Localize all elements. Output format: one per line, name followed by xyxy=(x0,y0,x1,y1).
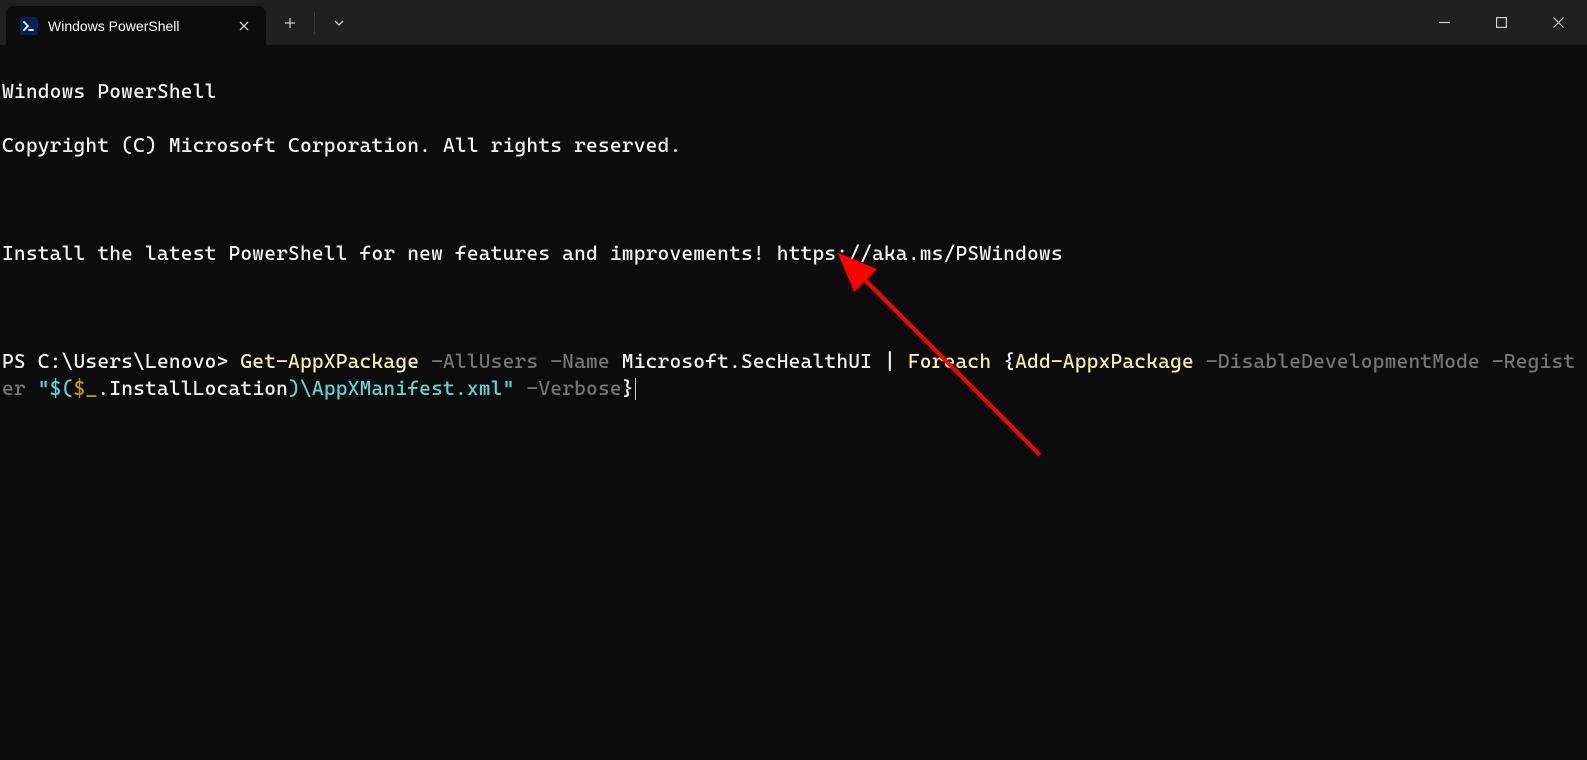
new-tab-button[interactable] xyxy=(270,7,310,39)
plus-icon xyxy=(284,17,296,29)
window-controls xyxy=(1416,0,1587,45)
cmd-openbrace: { xyxy=(1003,349,1015,373)
maximize-button[interactable] xyxy=(1473,0,1530,45)
tab-dropdown-button[interactable] xyxy=(319,7,359,39)
close-icon xyxy=(239,21,249,31)
tab-close-button[interactable] xyxy=(232,14,256,38)
cmd-installloc: .InstallLocation xyxy=(97,376,288,400)
install-msg: Install the latest PowerShell for new fe… xyxy=(2,240,1585,267)
titlebar: Windows PowerShell xyxy=(0,0,1587,45)
titlebar-drag-area[interactable] xyxy=(363,0,1416,45)
cmd-allusers: -AllUsers xyxy=(419,349,538,373)
blank-line xyxy=(2,294,1585,321)
chevron-down-icon xyxy=(333,17,345,29)
cmd-name: -Name xyxy=(538,349,610,373)
minimize-icon xyxy=(1439,17,1450,28)
cmd-stropen: "$( xyxy=(26,376,74,400)
terminal-area[interactable]: Windows PowerShell Copyright (C) Microso… xyxy=(0,45,1587,489)
cmd-dollarunder: $_ xyxy=(74,376,98,400)
text-cursor xyxy=(635,378,636,400)
tab-strip: Windows PowerShell xyxy=(0,0,266,45)
cmd-manifest: \AppXManifest.xml" xyxy=(300,376,515,400)
tab-actions xyxy=(266,0,363,45)
cmd-pkgname: Microsoft.SecHealthUI xyxy=(610,349,884,373)
powershell-icon xyxy=(20,17,38,35)
cmd-getappx: Get-AppXPackage xyxy=(240,349,419,373)
prompt-line: PS C:\Users\Lenovo> Get-AppXPackage -All… xyxy=(2,348,1585,402)
cmd-pipe: | xyxy=(884,349,896,373)
cmd-foreach: Foreach xyxy=(896,349,1003,373)
tab[interactable]: Windows PowerShell xyxy=(6,6,266,45)
header-line-2: Copyright (C) Microsoft Corporation. All… xyxy=(2,132,1585,159)
cmd-disabledev: -DisableDevelopmentMode xyxy=(1194,349,1480,373)
cmd-closebrace: } xyxy=(622,376,634,400)
close-icon xyxy=(1553,17,1564,28)
prompt-prefix: PS C:\Users\Lenovo> xyxy=(2,349,240,373)
divider xyxy=(314,12,315,34)
cmd-addappx: Add-AppxPackage xyxy=(1015,349,1194,373)
minimize-button[interactable] xyxy=(1416,0,1473,45)
maximize-icon xyxy=(1496,17,1507,28)
blank-line xyxy=(2,186,1585,213)
cmd-verbose: -Verbose xyxy=(515,376,622,400)
header-line-1: Windows PowerShell xyxy=(2,78,1585,105)
tab-title: Windows PowerShell xyxy=(48,18,222,34)
cmd-closeparen: ) xyxy=(288,376,300,400)
close-window-button[interactable] xyxy=(1530,0,1587,45)
